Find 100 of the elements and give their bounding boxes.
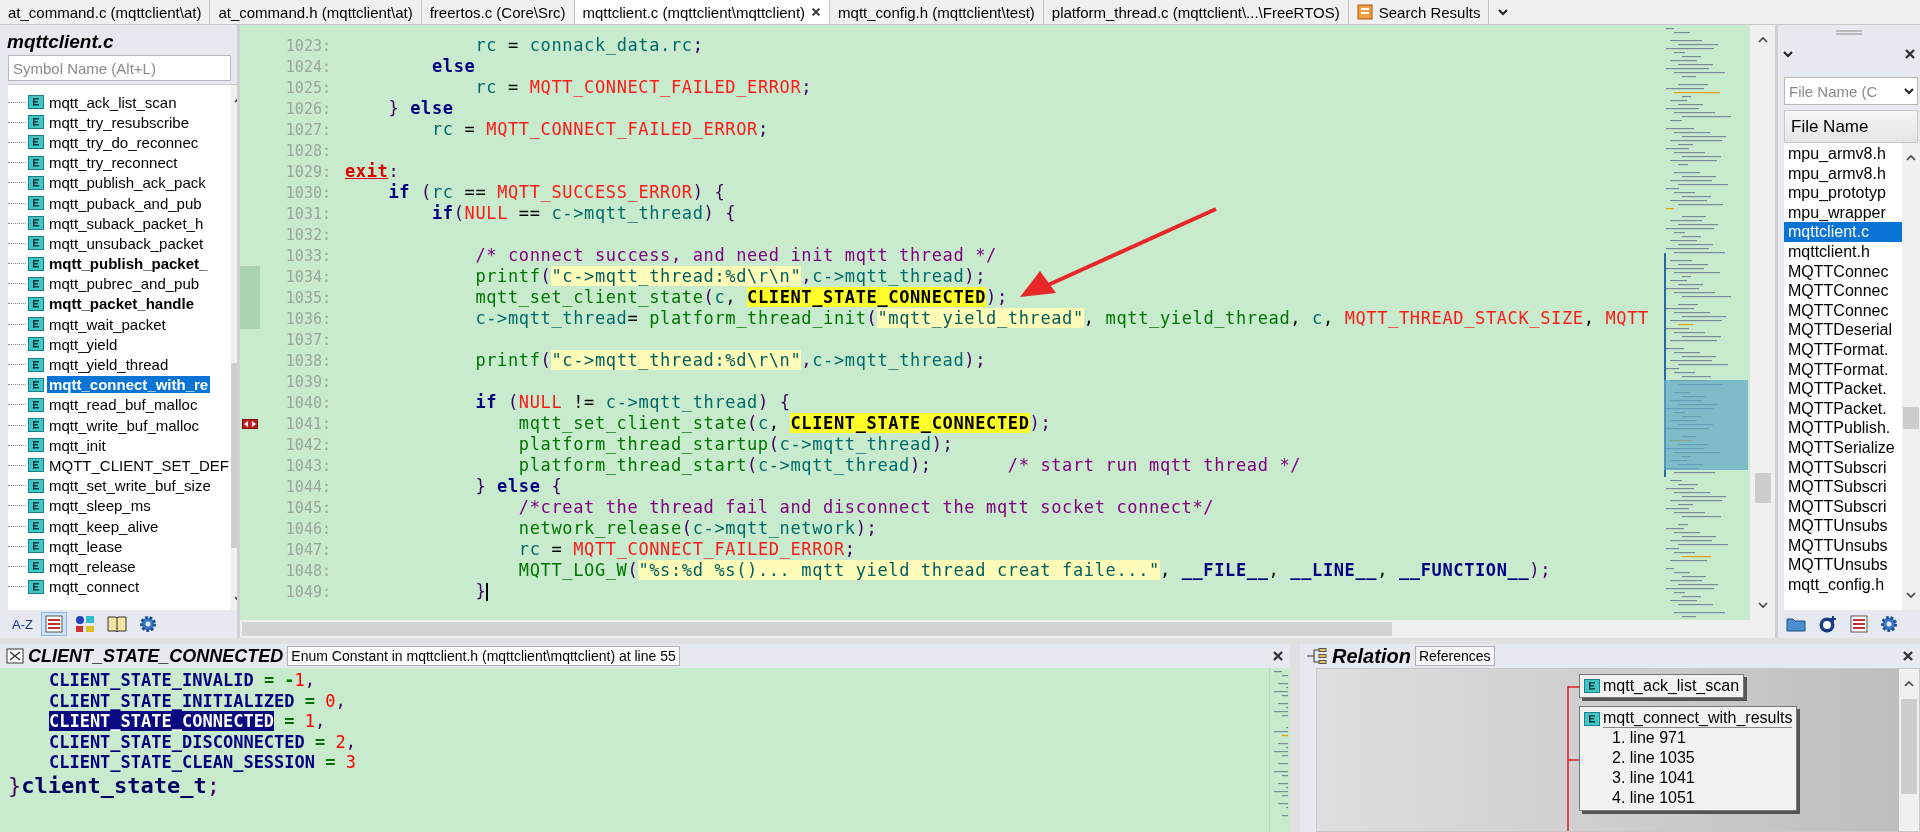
symbol-item[interactable]: mqtt_keep_alive [47, 517, 161, 535]
symbol-item[interactable]: mqtt_set_write_buf_size [47, 477, 213, 495]
chevron-down-icon[interactable] [1497, 7, 1510, 17]
symbol-item[interactable]: mqtt_unsuback_packet [47, 234, 206, 252]
line-number: 1042: [284, 435, 332, 454]
code-line: else [430, 56, 476, 77]
symbol-item[interactable]: mqtt_suback_packet_h [47, 214, 206, 232]
chevron-down-icon[interactable] [1782, 49, 1794, 59]
symbol-item[interactable]: mqtt_init [47, 436, 108, 454]
symbol-icon [28, 559, 44, 574]
code-line: rc = MQTT_CONNECT_FAILED_ERROR; [430, 119, 769, 140]
symbol-item[interactable]: mqtt_try_reconnect [47, 154, 180, 172]
code-line: rc = connack_data.rc; [474, 35, 704, 56]
scroll-thumb[interactable] [1901, 699, 1917, 794]
file-tab[interactable]: mqttclient.c (mqttclient\mqttclient) [574, 0, 831, 24]
symbol-item[interactable]: mqtt_ack_list_scan [47, 93, 179, 111]
reference-item[interactable]: 3. line 1041 [1584, 768, 1793, 788]
code-line: CLIENT_STATE_CLEAN_SESSION = 3 [48, 752, 356, 773]
close-icon[interactable] [1904, 48, 1916, 60]
symbol-item[interactable]: mqtt_try_resubscribe [47, 113, 192, 131]
symbol-icon [28, 498, 44, 513]
file-item[interactable]: MQTTConnec [1784, 261, 1902, 282]
scrollbar[interactable] [1750, 25, 1775, 620]
file-item[interactable]: MQTTUnsubs [1784, 555, 1902, 576]
relation-node[interactable]: mqtt_connect_with_results 1. line 971 2. line 1035 3. line 1041 4. line 1051 [1579, 706, 1798, 811]
file-item[interactable]: MQTTPacket. [1784, 398, 1902, 419]
file-item[interactable]: mqtt_config.h [1784, 575, 1902, 595]
file-item[interactable]: MQTTSerialize [1784, 437, 1902, 458]
file-item[interactable]: mpu_armv8.h [1784, 144, 1902, 164]
relation-node[interactable]: mqtt_ack_list_scan [1579, 674, 1745, 698]
line-number: 1047: [284, 540, 332, 559]
symbol-title: CLIENT_STATE_CONNECTED [28, 645, 284, 667]
relation-title: Relation [1332, 644, 1411, 668]
panel-title: mqttclient.c [6, 30, 115, 54]
symbol-item[interactable]: mqtt_release [47, 557, 138, 575]
line-number: 1032: [284, 225, 332, 244]
file-item[interactable]: mqttclient.c [1784, 222, 1902, 242]
bookmark-icon[interactable] [242, 418, 258, 429]
reference-item[interactable]: 2. line 1035 [1584, 748, 1793, 768]
file-item[interactable]: MQTTConnec [1784, 281, 1902, 301]
symbol-search-field[interactable]: Symbol Name (Alt+L) [8, 55, 231, 81]
file-item[interactable]: MQTTUnsubs [1784, 535, 1902, 556]
file-item[interactable]: mqttclient.h [1784, 241, 1902, 262]
file-item[interactable]: mpu_armv8.h [1784, 163, 1902, 184]
symbol-item[interactable]: mqtt_publish_packet_ [47, 255, 210, 273]
scrollbar[interactable] [1899, 669, 1919, 831]
reference-item[interactable]: 4. line 1051 [1584, 788, 1793, 808]
sort-button[interactable]: A-Z [8, 612, 37, 636]
file-item[interactable]: MQTTSubscri [1784, 477, 1902, 497]
symbol-item[interactable]: mqtt_lease [47, 537, 125, 555]
symbol-item[interactable]: mqtt_yield_thread [47, 356, 171, 374]
scroll-thumb[interactable] [1903, 407, 1919, 429]
symbol-item[interactable]: mqtt_try_do_reconnec [47, 133, 201, 151]
line-number: 1041: [284, 414, 332, 433]
scrollbar[interactable] [1902, 143, 1920, 610]
file-item[interactable]: MQTTConnec [1784, 300, 1902, 321]
symbol-item[interactable]: mqtt_packet_handle [47, 295, 197, 313]
settings-icon [1880, 615, 1898, 633]
symbol-item[interactable]: MQTT_CLIENT_SET_DEF [47, 456, 232, 474]
scroll-thumb[interactable] [1754, 473, 1771, 503]
symbol-icon [28, 478, 44, 493]
file-item[interactable]: MQTTSubscri [1784, 496, 1902, 517]
symbol-item[interactable]: mqtt_connect [47, 578, 142, 596]
symbol-item[interactable]: mqtt_connect_with_re [47, 376, 211, 394]
file-item[interactable]: MQTTFormat. [1784, 339, 1902, 360]
close-icon[interactable] [1272, 650, 1284, 662]
close-icon[interactable] [1902, 650, 1914, 662]
code-line: } [474, 581, 487, 602]
references-button[interactable]: References [1414, 646, 1495, 666]
file-item[interactable]: MQTTSubscri [1784, 457, 1902, 478]
list-button[interactable] [40, 612, 67, 636]
symbol-item[interactable]: mqtt_sleep_ms [47, 497, 153, 515]
file-item[interactable]: mpu_prototyp [1784, 183, 1902, 203]
column-header[interactable]: File Name [1784, 110, 1918, 143]
tree-icon [1306, 648, 1328, 664]
file-item[interactable]: MQTTFormat. [1784, 359, 1902, 380]
line-number: 1029: [284, 162, 332, 181]
file-item[interactable]: MQTTPacket. [1784, 379, 1902, 399]
symbol-item[interactable]: mqtt_read_buf_malloc [47, 396, 200, 414]
line-number: 1033: [284, 246, 332, 265]
symbol-item[interactable]: mqtt_wait_packet [47, 315, 168, 333]
symbol-icon [28, 276, 44, 291]
file-item[interactable]: MQTTDeserial [1784, 320, 1902, 340]
symbol-item[interactable]: mqtt_puback_and_pub [47, 194, 204, 212]
file-item[interactable]: mpu_wrapper [1784, 202, 1902, 223]
code-line: if (rc == MQTT_SUCCESS_ERROR) { [387, 182, 726, 203]
file-item[interactable]: MQTTUnsubs [1784, 516, 1902, 536]
symbol-item[interactable]: mqtt_write_buf_malloc [47, 416, 202, 434]
symbol-item[interactable]: mqtt_yield [47, 335, 120, 353]
symbol-icon [28, 458, 44, 473]
line-number: 1045: [284, 498, 332, 517]
close-icon[interactable] [811, 7, 822, 17]
code-line: rc = MQTT_CONNECT_FAILED_ERROR; [517, 539, 856, 560]
file-item[interactable]: MQTTPublish. [1784, 418, 1902, 438]
code-line: /*creat the thread fail and disconnect the mqtt socket connect*/ [517, 497, 1215, 518]
symbol-icon [28, 236, 44, 251]
reference-item[interactable]: 1. line 971 [1584, 728, 1793, 748]
horizontal-scrollbar[interactable] [240, 620, 1775, 638]
symbol-item[interactable]: mqtt_publish_ack_pack [47, 174, 208, 192]
symbol-item[interactable]: mqtt_pubrec_and_pub [47, 275, 202, 293]
